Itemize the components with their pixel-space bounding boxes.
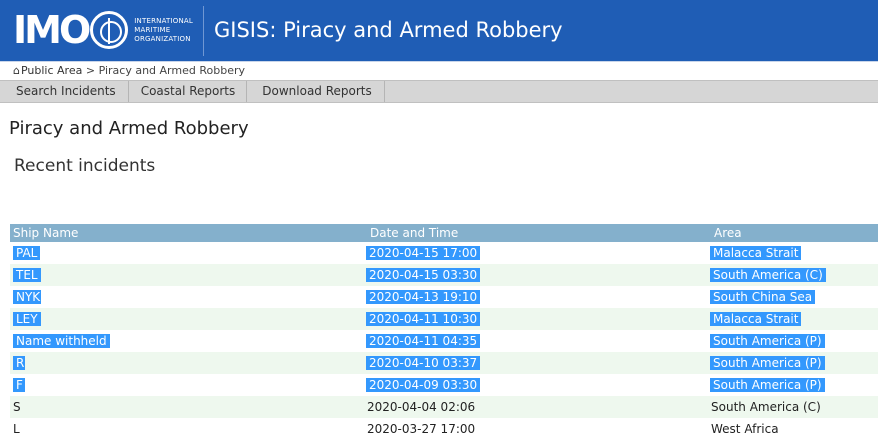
date-time-cell: 2020-04-09 03:30 — [366, 374, 711, 396]
date-time-cell: 2020-04-13 19:10 — [366, 286, 711, 308]
app-header: IMO INTERNATIONAL MARITIME ORGANIZATION … — [0, 0, 878, 62]
table-row[interactable]: F 2020-04-09 03:30 South America (P) — [10, 374, 878, 396]
redaction-mask — [41, 286, 103, 308]
table-row[interactable]: Name withheld 2020-04-11 04:35 South Ameri… — [10, 330, 878, 352]
area-cell: South America (C) — [711, 400, 821, 414]
area-cell: South America (C) — [710, 264, 878, 286]
table-row[interactable]: NYK 2020-04-13 19:10 South China Sea — [10, 286, 878, 308]
area-cell: West Africa — [711, 422, 779, 436]
area-cell: South America (P) — [710, 352, 878, 374]
app-title: GISIS: Piracy and Armed Robbery — [214, 18, 563, 42]
logo-words: INTERNATIONAL MARITIME ORGANIZATION — [134, 16, 193, 43]
header-date-time[interactable]: Date and Time — [367, 224, 711, 242]
breadcrumb-current: Piracy and Armed Robbery — [98, 64, 245, 77]
table-row[interactable]: L 2020-03-27 17:00 West Africa — [10, 418, 878, 440]
imo-logo[interactable]: IMO INTERNATIONAL MARITIME ORGANIZATION — [13, 11, 193, 49]
section-title: Recent incidents — [14, 156, 156, 176]
redaction-mask — [41, 264, 103, 286]
header-area[interactable]: Area — [711, 224, 878, 242]
date-time-cell: 2020-04-11 04:35 — [366, 330, 711, 352]
area-cell: Malacca Strait — [710, 244, 878, 264]
redaction-mask — [25, 374, 121, 396]
header-ship-name[interactable]: Ship Name — [10, 224, 367, 242]
redaction-mask — [25, 352, 121, 374]
date-time-cell: 2020-04-10 03:37 — [366, 352, 711, 374]
table-row[interactable]: R 2020-04-10 03:37 South America (P) — [10, 352, 878, 374]
logo-letters: IMO — [13, 8, 91, 52]
home-icon: ⌂ — [13, 64, 20, 77]
main-nav: Search Incidents Coastal Reports Downloa… — [0, 80, 878, 103]
page-title: Piracy and Armed Robbery — [9, 118, 249, 139]
incidents-table: Ship Name Date and Time Area PAL 2020-04-… — [10, 224, 878, 440]
redaction-mask — [25, 418, 121, 440]
nav-download-reports[interactable]: Download Reports — [247, 81, 385, 102]
nav-search-incidents[interactable]: Search Incidents — [0, 81, 129, 102]
redaction-mask — [41, 244, 103, 264]
breadcrumb: ⌂Public Area > Piracy and Armed Robbery — [13, 64, 245, 77]
nav-coastal-reports[interactable]: Coastal Reports — [129, 81, 248, 102]
table-row[interactable]: S 2020-04-04 02:06 South America (C) — [10, 396, 878, 418]
breadcrumb-separator: > — [85, 64, 96, 77]
date-time-cell: 2020-04-04 02:06 — [367, 400, 476, 414]
table-row[interactable]: PAL 2020-04-15 17:00 Malacca Strait — [10, 244, 878, 264]
area-cell: Malacca Strait — [710, 308, 878, 330]
date-time-cell: 2020-04-15 03:30 — [366, 264, 711, 286]
table-row[interactable]: TEL 2020-04-15 03:30 South America (C) — [10, 264, 878, 286]
date-time-cell: 2020-03-27 17:00 — [367, 422, 476, 436]
table-body: PAL 2020-04-15 17:00 Malacca Strait TEL 2020… — [10, 244, 878, 440]
un-seal-icon — [90, 11, 129, 49]
table-row[interactable]: LEY 2020-04-11 10:30 Malacca Strait — [10, 308, 878, 330]
redaction-mask — [25, 396, 121, 418]
area-cell: South China Sea — [710, 286, 878, 308]
ship-name-cell: Name withheld — [10, 330, 367, 352]
breadcrumb-home-link[interactable]: Public Area — [21, 64, 82, 77]
date-time-cell: 2020-04-15 17:00 — [366, 244, 711, 264]
header-divider — [203, 6, 204, 56]
area-cell: South America (P) — [710, 374, 878, 396]
area-cell: South America (P) — [710, 330, 878, 352]
table-header: Ship Name Date and Time Area — [10, 224, 878, 242]
redaction-mask — [41, 308, 103, 330]
date-time-cell: 2020-04-11 10:30 — [366, 308, 711, 330]
